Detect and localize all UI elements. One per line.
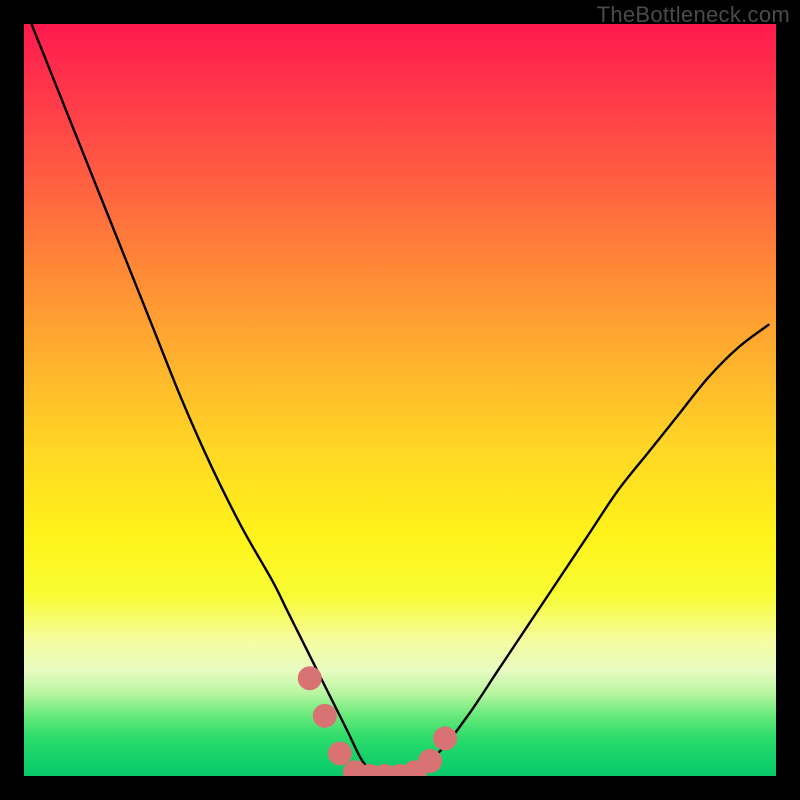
plot-area <box>24 24 776 776</box>
valley-marker <box>328 741 352 765</box>
markers-svg <box>24 24 776 776</box>
valley-marker <box>313 704 337 728</box>
valley-marker-group <box>298 666 457 776</box>
valley-marker <box>418 749 442 773</box>
valley-marker <box>298 666 322 690</box>
chart-frame: TheBottleneck.com <box>0 0 800 800</box>
valley-marker <box>433 726 457 750</box>
